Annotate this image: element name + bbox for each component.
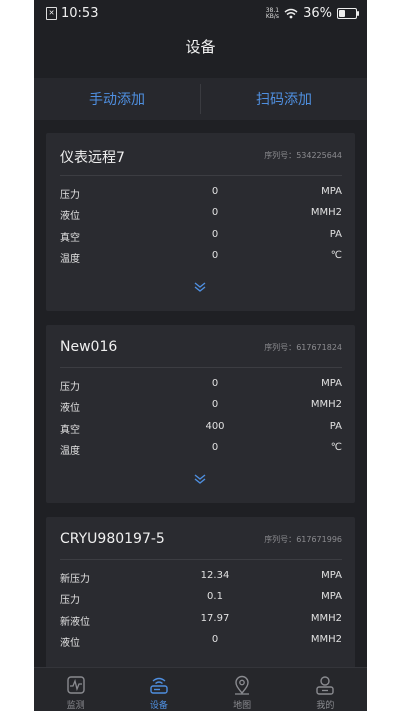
reading-row: 压力 0 MPA xyxy=(60,378,342,394)
reading-unit: MPA xyxy=(321,591,342,602)
battery-icon xyxy=(337,8,359,19)
reading-label: 温度 xyxy=(60,254,80,265)
device-serial: 序列号：617671996 xyxy=(264,534,342,545)
page-title: 设备 xyxy=(185,38,216,56)
reading-value: 0 xyxy=(211,250,219,261)
reading-value: 0 xyxy=(211,442,219,453)
reading-label: 真空 xyxy=(60,425,80,436)
scan-add-button[interactable]: 扫码添加 xyxy=(201,78,367,120)
tab-label: 地图 xyxy=(233,701,252,711)
serial-label: 序列号： xyxy=(264,151,297,160)
reading-label: 新压力 xyxy=(60,574,90,585)
reading-unit: MMH2 xyxy=(310,207,342,218)
reading-label: 温度 xyxy=(60,446,80,457)
reading-row: 新压力 12.34 MPA xyxy=(60,570,342,586)
battery-fill xyxy=(339,10,345,17)
reading-value: 12.34 xyxy=(200,570,230,581)
device-card[interactable]: New016 序列号：617671824 压力 0 MPA 液位 0 MMH2 真空 40… xyxy=(46,325,355,503)
chevron-down-icon[interactable] xyxy=(192,473,208,485)
monitor-icon xyxy=(66,676,85,694)
reading-row: 新液位 17.97 MMH2 xyxy=(60,613,342,629)
device-card[interactable]: 仪表远程7 序列号：534225644 压力 0 MPA 液位 0 MMH2 真空 0 PA… xyxy=(46,133,355,311)
status-left: ✕ 10:53 xyxy=(46,6,98,21)
serial-label: 序列号： xyxy=(264,343,297,352)
card-header: New016 序列号：617671824 xyxy=(60,339,342,365)
reading-row: 温度 0 ℃ xyxy=(60,442,342,458)
reading-value: 0 xyxy=(211,378,219,389)
reading-label: 压力 xyxy=(60,595,80,606)
reading-label: 液位 xyxy=(60,403,80,414)
device-name: CRYU980197-5 xyxy=(60,531,165,547)
reading-unit: ℃ xyxy=(330,442,342,453)
tab-monitor[interactable]: 监测 xyxy=(34,668,117,711)
device-serial: 序列号：534225644 xyxy=(264,150,342,161)
device-name: New016 xyxy=(60,339,118,355)
reading-value: 0 xyxy=(211,399,219,410)
reading-value: 0 xyxy=(211,634,219,645)
network-speed-unit: KB/s xyxy=(265,12,280,20)
sim-icon: ✕ xyxy=(46,7,57,20)
device-serial: 序列号：617671824 xyxy=(264,342,342,353)
chevron-down-icon[interactable] xyxy=(192,281,208,293)
device-name: 仪表远程7 xyxy=(60,150,125,166)
reading-unit: MMH2 xyxy=(310,613,342,624)
reading-row: 真空 400 PA xyxy=(60,421,342,437)
reading-row: 液位 0 MMH2 xyxy=(60,399,342,415)
card-header: CRYU980197-5 序列号：617671996 xyxy=(60,531,342,557)
serial-number: 617671996 xyxy=(296,535,342,544)
reading-unit: MMH2 xyxy=(310,399,342,410)
tab-device[interactable]: 设备 xyxy=(117,668,200,711)
tab-profile[interactable]: 我的 xyxy=(284,668,367,711)
reading-row: 液位 0 MMH2 xyxy=(60,207,342,223)
tab-label: 我的 xyxy=(316,701,335,711)
reading-unit: MPA xyxy=(321,378,342,389)
card-divider xyxy=(60,559,342,560)
reading-value: 0 xyxy=(211,229,219,240)
map-pin-icon xyxy=(235,675,250,695)
reading-value: 400 xyxy=(205,421,225,432)
reading-row: 真空 0 PA xyxy=(60,229,342,245)
reading-unit: MMH2 xyxy=(310,634,342,645)
status-right: 38.1 KB/s 36% xyxy=(265,6,359,21)
reading-label: 真空 xyxy=(60,233,80,244)
device-icon xyxy=(150,677,168,694)
serial-number: 534225644 xyxy=(296,151,342,160)
reading-label: 液位 xyxy=(60,638,80,649)
manual-add-button[interactable]: 手动添加 xyxy=(34,78,200,120)
tab-map[interactable]: 地图 xyxy=(201,668,284,711)
reading-value: 17.97 xyxy=(200,613,230,624)
status-bar: ✕ 10:53 38.1 KB/s 36% xyxy=(34,0,367,28)
reading-label: 压力 xyxy=(60,382,80,393)
card-divider xyxy=(60,175,342,176)
reading-value: 0 xyxy=(211,207,219,218)
add-bar: 手动添加 扫码添加 xyxy=(34,78,367,120)
wifi-icon xyxy=(284,8,298,19)
reading-value: 0 xyxy=(211,186,219,197)
reading-label: 新液位 xyxy=(60,617,90,628)
serial-label: 序列号： xyxy=(264,535,297,544)
network-speed: 38.1 KB/s xyxy=(265,7,280,20)
reading-row: 压力 0 MPA xyxy=(60,186,342,202)
reading-unit: PA xyxy=(329,229,342,240)
status-time: 10:53 xyxy=(61,6,99,21)
card-divider xyxy=(60,367,342,368)
battery-percent: 36% xyxy=(303,6,332,21)
app-screen: ✕ 10:53 38.1 KB/s 36% 设备 手动添加 扫码添加 仪表远程7… xyxy=(34,0,367,711)
reading-row: 温度 0 ℃ xyxy=(60,250,342,266)
bottom-tab-bar: 监测 设备 地图 我的 xyxy=(34,667,367,711)
tab-label: 监测 xyxy=(66,701,85,711)
reading-row: 液位 0 MMH2 xyxy=(60,634,342,650)
serial-number: 617671824 xyxy=(296,343,342,352)
reading-unit: MPA xyxy=(321,186,342,197)
reading-label: 液位 xyxy=(60,211,80,222)
reading-unit: ℃ xyxy=(330,250,342,261)
user-icon xyxy=(316,676,335,695)
reading-value: 0.1 xyxy=(207,591,223,602)
reading-row: 压力 0.1 MPA xyxy=(60,591,342,607)
reading-unit: MPA xyxy=(321,570,342,581)
tab-label: 设备 xyxy=(149,701,168,711)
reading-label: 压力 xyxy=(60,190,80,201)
card-header: 仪表远程7 序列号：534225644 xyxy=(60,147,342,173)
reading-unit: PA xyxy=(329,421,342,432)
